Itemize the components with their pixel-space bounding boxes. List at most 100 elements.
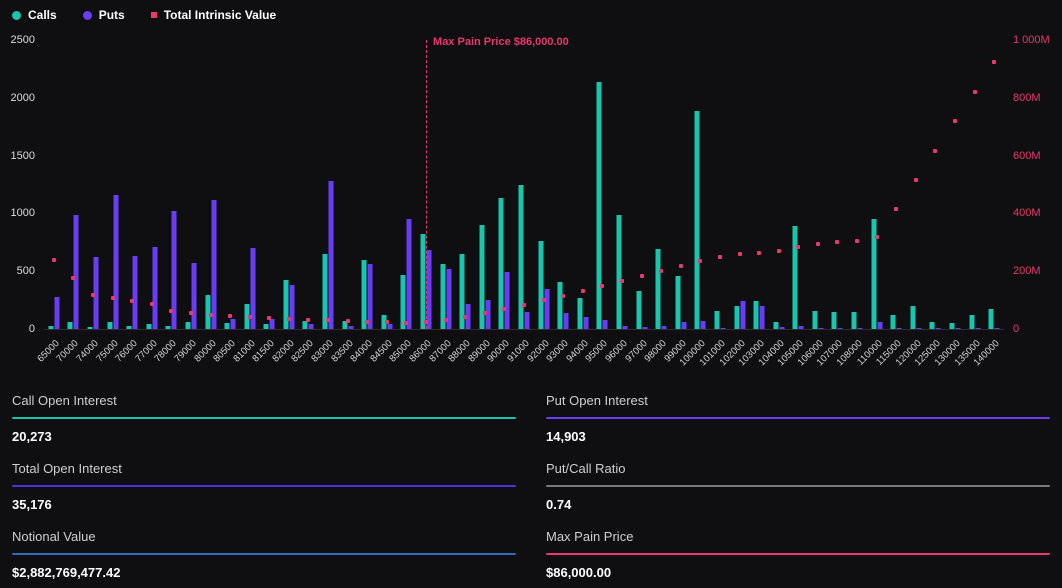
bar-group-104000 xyxy=(773,40,784,329)
bar-group-84500 xyxy=(381,40,392,329)
puts-bar xyxy=(642,327,647,329)
bar-group-79000 xyxy=(185,40,196,329)
puts-bar xyxy=(956,328,961,329)
bar-group-74000 xyxy=(87,40,98,329)
max-pain-chart: Calls Puts Total Intrinsic Value 050010001… xyxy=(0,0,1062,380)
calls-bar xyxy=(734,306,739,329)
calls-bar xyxy=(48,326,53,329)
calls-bar xyxy=(773,322,778,329)
puts-bar xyxy=(779,327,784,329)
plot-area[interactable]: 050010001500200025000200M400M600M800M1 0… xyxy=(44,40,1004,330)
max-pain-label: Max Pain Price $86,000.00 xyxy=(433,36,569,48)
bar-group-94000 xyxy=(577,40,588,329)
calls-bar xyxy=(519,185,524,330)
calls-bar xyxy=(107,322,112,329)
puts-bar xyxy=(270,319,275,329)
intrinsic-value-dot xyxy=(267,316,271,320)
intrinsic-value-dot xyxy=(698,259,702,263)
intrinsic-value-dot xyxy=(404,321,408,325)
intrinsic-value-dot xyxy=(542,298,546,302)
calls-bar xyxy=(264,324,269,329)
intrinsic-value-dot xyxy=(600,284,604,288)
calls-bar xyxy=(68,322,73,329)
bar-group-82500 xyxy=(303,40,314,329)
intrinsic-value-dot xyxy=(561,294,565,298)
calls-bar xyxy=(989,309,994,329)
max-pain-line xyxy=(426,40,427,329)
summary-label: Max Pain Price xyxy=(546,529,1050,553)
bar-group-102000 xyxy=(734,40,745,329)
puts-bar xyxy=(289,285,294,329)
summary-cell-put-open-interest: Put Open Interest14,903 xyxy=(546,384,1050,452)
puts-bar xyxy=(760,306,765,329)
puts-bar xyxy=(74,215,79,329)
bar-group-93000 xyxy=(558,40,569,329)
bar-group-89000 xyxy=(479,40,490,329)
bar-group-88000 xyxy=(460,40,471,329)
intrinsic-value-dot xyxy=(816,242,820,246)
puts-bar xyxy=(720,328,725,329)
puts-bar xyxy=(211,200,216,329)
intrinsic-value-dot xyxy=(640,274,644,278)
intrinsic-value-dot xyxy=(189,311,193,315)
intrinsic-value-dot xyxy=(52,258,56,262)
calls-bar xyxy=(812,311,817,329)
bar-group-91000 xyxy=(519,40,530,329)
summary-value: 35,176 xyxy=(12,497,516,512)
y-axis-left-tick: 1500 xyxy=(11,150,35,162)
summary-label: Call Open Interest xyxy=(12,393,516,417)
bar-group-107000 xyxy=(832,40,843,329)
puts-bar xyxy=(799,326,804,329)
puts-bar xyxy=(54,297,59,329)
bar-group-75000 xyxy=(107,40,118,329)
puts-bar xyxy=(897,328,902,329)
intrinsic-value-dot xyxy=(933,149,937,153)
puts-bar xyxy=(427,250,432,329)
puts-bar xyxy=(152,247,157,329)
intrinsic-value-dot xyxy=(992,60,996,64)
summary-panel: Call Open Interest20,273 Put Open Interes… xyxy=(0,380,1062,588)
bar-group-96000 xyxy=(616,40,627,329)
calls-bar xyxy=(675,276,680,329)
calls-bar xyxy=(695,111,700,329)
calls-bar xyxy=(656,249,661,329)
bar-group-98000 xyxy=(656,40,667,329)
bar-group-110000 xyxy=(871,40,882,329)
summary-value: 0.74 xyxy=(546,497,1050,512)
puts-bar xyxy=(681,322,686,329)
intrinsic-value-dot xyxy=(306,318,310,322)
puts-bar xyxy=(818,328,823,329)
puts-swatch-icon xyxy=(83,11,92,20)
calls-bar xyxy=(87,327,92,329)
puts-bar xyxy=(583,317,588,329)
bar-group-65000 xyxy=(48,40,59,329)
legend-item-calls[interactable]: Calls xyxy=(12,8,57,22)
legend-item-total-intrinsic-value[interactable]: Total Intrinsic Value xyxy=(151,8,276,22)
legend-item-puts[interactable]: Puts xyxy=(83,8,125,22)
summary-label: Put Open Interest xyxy=(546,393,1050,417)
bar-group-81500 xyxy=(264,40,275,329)
legend-label: Puts xyxy=(99,8,125,22)
bar-group-130000 xyxy=(950,40,961,329)
bar-group-101000 xyxy=(714,40,725,329)
summary-cell-put-call-ratio: Put/Call Ratio0.74 xyxy=(546,452,1050,520)
calls-bar xyxy=(185,322,190,329)
bar-group-87000 xyxy=(440,40,451,329)
calls-bar xyxy=(283,280,288,329)
summary-cell-call-open-interest: Call Open Interest20,273 xyxy=(12,384,516,452)
bar-group-135000 xyxy=(969,40,980,329)
puts-bar xyxy=(936,328,941,329)
calls-bar xyxy=(225,323,230,329)
bar-group-100000 xyxy=(695,40,706,329)
puts-bar xyxy=(995,328,1000,329)
bar-group-99000 xyxy=(675,40,686,329)
calls-bar xyxy=(950,323,955,329)
puts-bar xyxy=(858,328,863,329)
calls-bar xyxy=(166,326,171,329)
intrinsic-value-dot xyxy=(385,320,389,324)
legend-label: Calls xyxy=(28,8,57,22)
bar-group-103000 xyxy=(754,40,765,329)
bar-group-140000 xyxy=(989,40,1000,329)
intrinsic-value-dot xyxy=(718,255,722,259)
intrinsic-value-dot xyxy=(659,269,663,273)
